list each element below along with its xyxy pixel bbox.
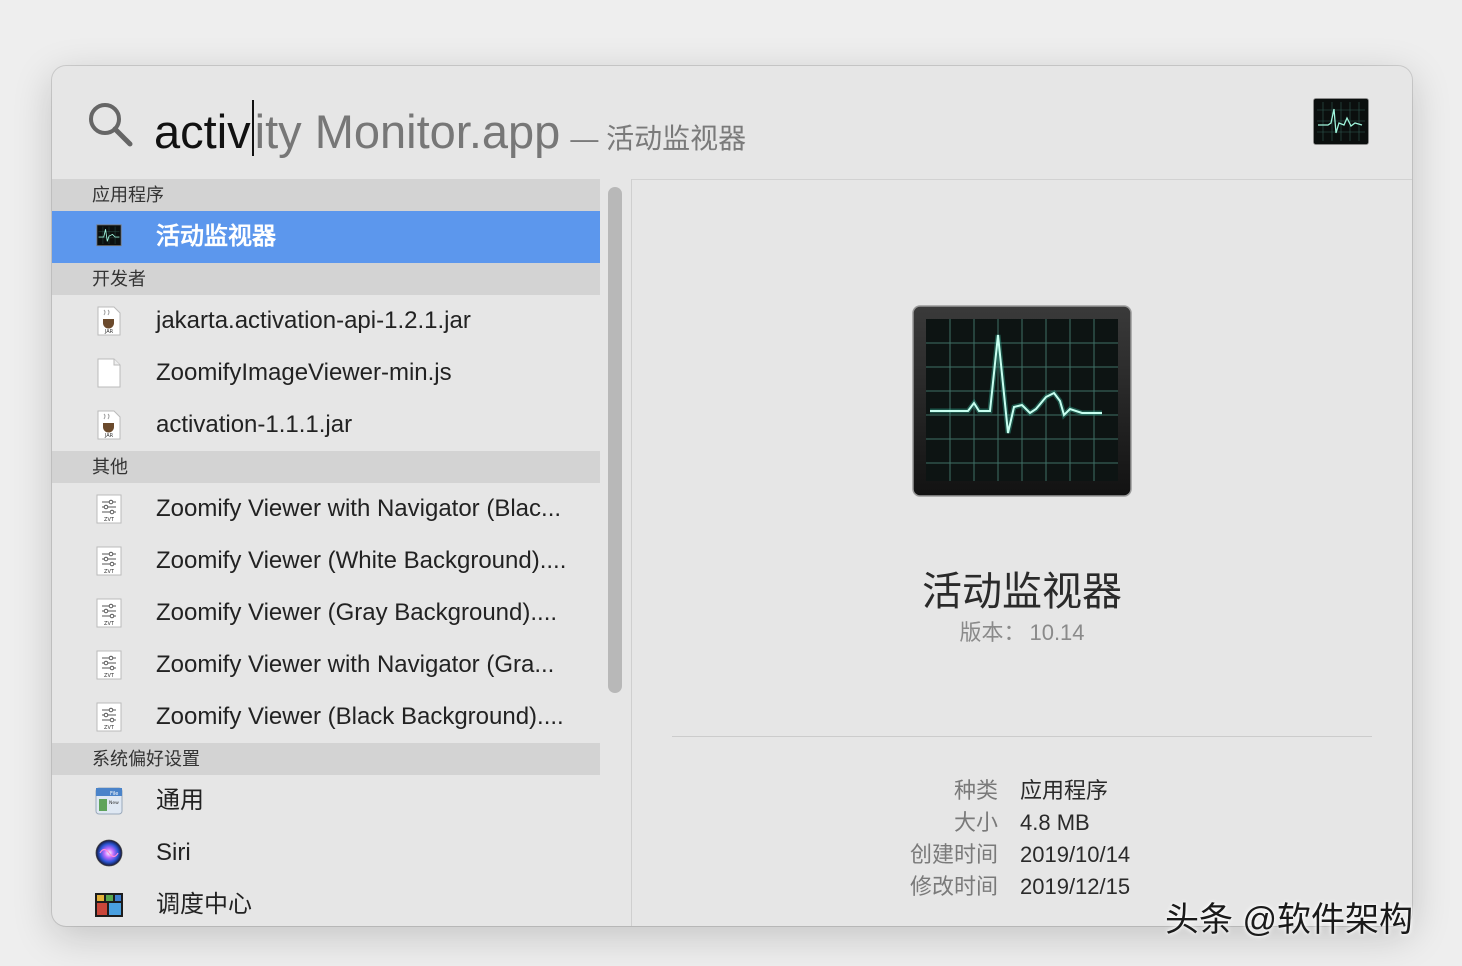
meta-key: 修改时间 [909, 874, 998, 899]
result-item-label: Zoomify Viewer with Navigator (Gra... [156, 651, 555, 678]
zvt-file-icon: ZVT [96, 702, 122, 732]
version-label: 版本： [959, 620, 1026, 645]
result-item-general[interactable]: File New 通用 [52, 775, 600, 827]
version-value: 10.14 [1029, 620, 1085, 645]
zvt-file-icon: ZVT [96, 546, 122, 576]
document-icon [97, 358, 121, 388]
search-input[interactable]: activ ity Monitor.app — 活动监视器 [154, 92, 746, 169]
spotlight-window: activ ity Monitor.app — 活动监视器 应用程序 活动监视器 开… [52, 66, 1412, 926]
svg-text:JAR: JAR [104, 329, 114, 335]
meta-value: 2019/12/15 [1020, 874, 1131, 899]
search-bar: activ ity Monitor.app — 活动监视器 [52, 66, 1412, 180]
siri-icon [95, 839, 123, 867]
result-item-siri[interactable]: Siri [52, 827, 600, 879]
meta-row-size: 大小 4.8 MB [632, 807, 1412, 839]
result-item-label: 通用 [156, 787, 204, 814]
result-item-label: Zoomify Viewer (White Background).... [156, 547, 567, 574]
search-autocomplete: Monitor.app [301, 105, 561, 158]
search-autocomplete-rest: ity [254, 105, 302, 158]
meta-value: 应用程序 [1020, 778, 1109, 803]
activity-monitor-icon[interactable] [1313, 98, 1369, 145]
activity-monitor-icon [96, 224, 122, 247]
section-header-applications: 应用程序 [52, 179, 600, 211]
svg-text:File: File [110, 791, 118, 797]
preview-app-name: 活动监视器 [922, 570, 1122, 614]
svg-text:JAR: JAR [104, 433, 114, 439]
result-item-label: Zoomify Viewer (Gray Background).... [156, 599, 558, 626]
text-caret [251, 100, 254, 156]
svg-text:ZVT: ZVT [104, 621, 115, 627]
result-item-label: 活动监视器 [156, 223, 276, 250]
meta-row-kind: 种类 应用程序 [632, 775, 1412, 807]
svg-text:ZVT: ZVT [104, 725, 115, 731]
general-prefs-icon: File New [95, 787, 123, 815]
section-header-developer: 开发者 [52, 263, 600, 295]
results-scrollbar[interactable] [600, 179, 631, 926]
meta-value: 4.8 MB [1020, 810, 1090, 835]
meta-row-created: 创建时间 2019/10/14 [632, 839, 1412, 871]
result-item-mission-control[interactable]: 调度中心 [52, 879, 600, 926]
search-subtitle: — 活动监视器 [570, 123, 747, 154]
result-item-zoomify-4[interactable]: ZVT Zoomify Viewer with Navigator (Gra..… [52, 639, 600, 691]
svg-text:ZVT: ZVT [104, 673, 115, 679]
svg-text:ZVT: ZVT [104, 569, 115, 575]
result-item-label: activation-1.1.1.jar [156, 411, 353, 438]
result-item-label: 调度中心 [156, 891, 252, 918]
watermark: 头条 @软件架构 [1165, 901, 1413, 939]
section-header-other: 其他 [52, 451, 600, 483]
zvt-file-icon: ZVT [96, 494, 122, 524]
meta-value: 2019/10/14 [1020, 842, 1131, 867]
zvt-file-icon: ZVT [96, 650, 122, 680]
result-item-label: Siri [156, 839, 191, 866]
jar-file-icon: JAR [97, 410, 121, 440]
mission-control-icon [95, 893, 123, 917]
result-item-zoomify-2[interactable]: ZVT Zoomify Viewer (White Background)...… [52, 535, 600, 587]
jar-file-icon: JAR [97, 306, 121, 336]
search-icon [89, 103, 133, 147]
results-list[interactable]: 应用程序 活动监视器 开发者 JAR jakarta.activation-ap… [52, 179, 600, 926]
meta-key: 大小 [953, 810, 998, 835]
activity-monitor-icon [912, 305, 1132, 497]
section-header-system-preferences: 系统偏好设置 [52, 743, 600, 775]
zvt-file-icon: ZVT [96, 598, 122, 628]
meta-key: 种类 [953, 778, 998, 803]
result-item-zoomify-1[interactable]: ZVT Zoomify Viewer with Navigator (Blac.… [52, 483, 600, 535]
result-item-activity-monitor[interactable]: 活动监视器 [52, 211, 600, 263]
result-item-jakarta-jar[interactable]: JAR jakarta.activation-api-1.2.1.jar [52, 295, 600, 347]
svg-text:New: New [109, 800, 119, 806]
preview-pane: 活动监视器 版本： 10.14 种类 应用程序 大小 4.8 MB 创建时间 20… [632, 179, 1412, 926]
result-item-zoomify-3[interactable]: ZVT Zoomify Viewer (Gray Background).... [52, 587, 600, 639]
result-item-zoomify-js[interactable]: ZoomifyImageViewer-min.js [52, 347, 600, 399]
result-item-activation-jar[interactable]: JAR activation-1.1.1.jar [52, 399, 600, 451]
result-item-zoomify-5[interactable]: ZVT Zoomify Viewer (Black Background)...… [52, 691, 600, 743]
preview-app-version: 版本： 10.14 [632, 615, 1412, 647]
preview-divider [672, 736, 1372, 737]
svg-text:ZVT: ZVT [104, 517, 115, 523]
result-item-label: Zoomify Viewer (Black Background).... [156, 703, 564, 730]
meta-key: 创建时间 [909, 842, 998, 867]
result-item-label: jakarta.activation-api-1.2.1.jar [156, 307, 471, 334]
result-item-label: Zoomify Viewer with Navigator (Blac... [156, 495, 562, 522]
result-item-label: ZoomifyImageViewer-min.js [156, 359, 452, 386]
search-typed-text: activ [154, 105, 251, 158]
scrollbar-thumb[interactable] [608, 187, 622, 693]
